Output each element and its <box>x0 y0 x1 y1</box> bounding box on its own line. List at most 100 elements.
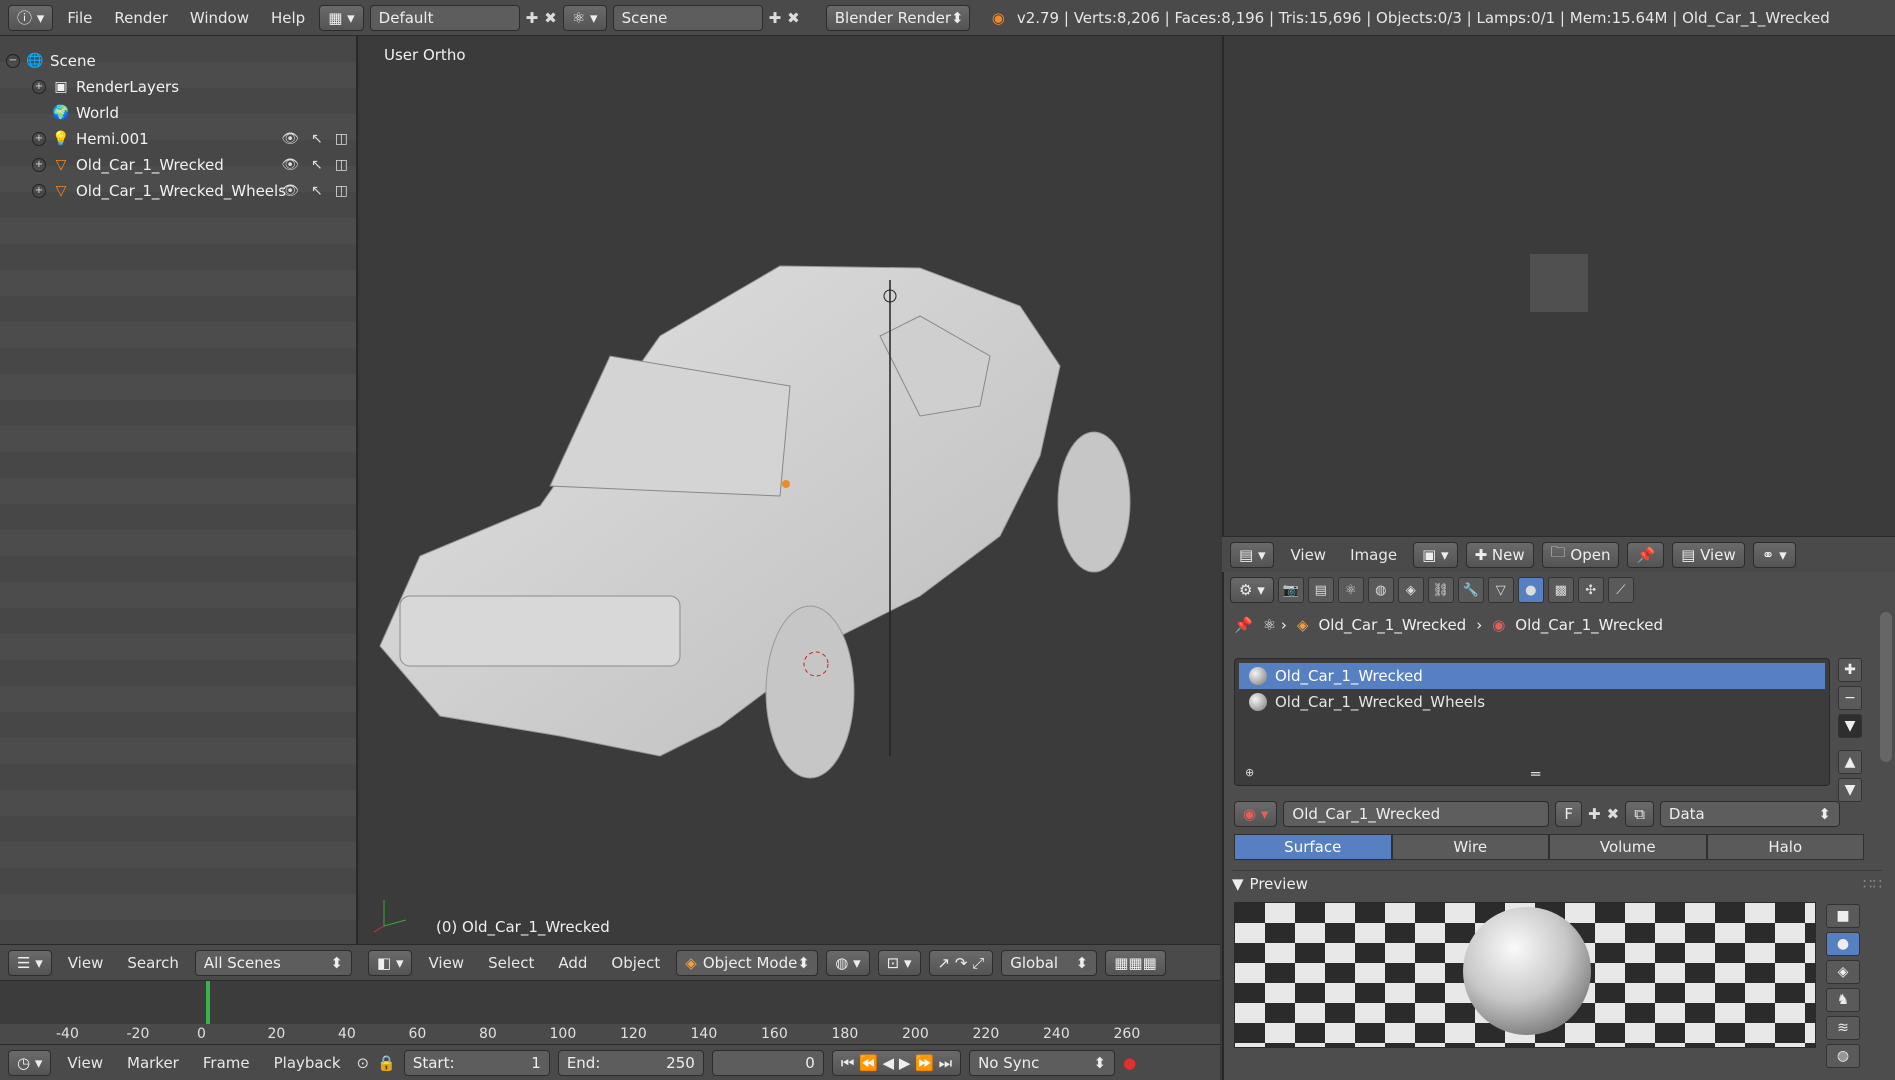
manipulator-toggle[interactable]: ↗ ↷ ⤢ <box>928 949 994 976</box>
scene-tab-icon[interactable]: ⚛ <box>1337 577 1364 603</box>
delete-layout-icon[interactable]: ✖ <box>544 9 557 27</box>
material-name-field[interactable]: Old_Car_1_Wrecked <box>1283 801 1550 827</box>
layout-field[interactable]: Default <box>369 4 520 31</box>
eye-icon[interactable]: 👁 <box>281 157 299 173</box>
tab-surface[interactable]: Surface <box>1234 834 1392 860</box>
outliner-item-renderlayers[interactable]: + ▣ RenderLayers <box>0 74 358 100</box>
cursor-icon[interactable]: ↖ <box>311 131 323 147</box>
menu-image[interactable]: Image <box>1342 546 1405 564</box>
unlink-material-icon[interactable]: ✖ <box>1607 805 1620 823</box>
editor-type-button[interactable]: ☰ ▾ <box>8 949 52 976</box>
plane-preview-icon[interactable]: ■ <box>1826 904 1860 928</box>
delete-scene-icon[interactable]: ✖ <box>787 9 800 27</box>
timeline-scale[interactable]: -40 -20 0 20 40 60 80 100 120 140 160 180 200 220 240 2… <box>0 1024 1220 1046</box>
scene-field[interactable]: Scene <box>612 4 763 31</box>
lock-icon[interactable]: 🔒 <box>377 1054 396 1072</box>
screen-layout-button[interactable]: ▦ ▾ <box>319 4 364 31</box>
eye-icon[interactable]: 👁 <box>281 183 299 199</box>
3d-viewport[interactable]: User Ortho (0) Old_Car_1_Wrecked <box>360 36 1220 944</box>
expand-icon[interactable]: + <box>32 80 46 94</box>
add-material-icon[interactable]: ✚ <box>1588 805 1601 823</box>
shading-select[interactable]: ◍ ▾ <box>826 949 870 976</box>
link-select[interactable]: Data ⬍ <box>1659 801 1840 827</box>
cursor-icon[interactable]: ↖ <box>311 183 323 199</box>
pivot-select[interactable]: ⊡ ▾ <box>877 949 921 976</box>
cursor-icon[interactable]: ↖ <box>311 157 323 173</box>
menu-window[interactable]: Window <box>182 9 257 27</box>
hair-preview-icon[interactable]: ≋ <box>1826 1016 1860 1040</box>
display-mode-select[interactable]: All Scenes ⬍ <box>194 949 352 976</box>
expand-icon[interactable]: + <box>32 184 46 198</box>
material-node-button[interactable]: ⧉ <box>1625 801 1654 827</box>
playback-controls[interactable]: ⏮ ⏪ ◀ ▶ ⏩ ⏭ <box>831 1049 962 1076</box>
browse-image-button[interactable]: ▣ ▾ <box>1413 541 1458 568</box>
preview-panel-header[interactable]: ▼ Preview ∷∷ <box>1232 870 1882 896</box>
add-slot-button[interactable]: ✚ <box>1838 658 1862 682</box>
timeline-area[interactable] <box>0 980 1220 1030</box>
editor-type-button[interactable]: ▤ ▾ <box>1230 541 1275 568</box>
outliner-item-scene[interactable]: − 🌐 Scene <box>0 48 358 74</box>
particles-tab-icon[interactable]: ✣ <box>1577 577 1604 603</box>
view-mode-select[interactable]: ▤ View <box>1672 541 1745 568</box>
list-item[interactable]: Old_Car_1_Wrecked <box>1239 663 1825 689</box>
keying-icon[interactable]: ⊙ <box>357 1054 370 1072</box>
tab-halo[interactable]: Halo <box>1706 834 1864 860</box>
menu-view[interactable]: View <box>1282 546 1334 564</box>
current-frame-field[interactable]: 0 <box>711 1049 824 1076</box>
render-engine-select[interactable]: Blender Render ⬍ <box>825 4 970 31</box>
scene-button[interactable]: ⚛ ▾ <box>562 4 607 31</box>
modifiers-tab-icon[interactable]: 🔧 <box>1457 577 1484 603</box>
mode-select[interactable]: ◈ Object Mode ⬍ <box>676 949 819 976</box>
world-tab-icon[interactable]: ◍ <box>1367 577 1394 603</box>
image-editor[interactable] <box>1222 36 1895 536</box>
menu-playback[interactable]: Playback <box>266 1054 349 1072</box>
menu-file[interactable]: File <box>59 9 100 27</box>
expand-icon[interactable]: + <box>32 132 46 146</box>
current-frame-marker[interactable] <box>206 981 210 1025</box>
end-frame-field[interactable]: End: 250 <box>557 1049 704 1076</box>
sphere-preview-icon[interactable]: ● <box>1826 932 1860 956</box>
constraints-tab-icon[interactable]: ⛓ <box>1427 577 1454 603</box>
camera-icon[interactable]: ◫ <box>335 183 348 199</box>
new-image-button[interactable]: ✚ New <box>1465 541 1534 568</box>
menu-select[interactable]: Select <box>480 954 542 972</box>
filter-icon[interactable]: ⊕ <box>1245 766 1254 779</box>
slot-menu-button[interactable]: ▼ <box>1838 714 1862 738</box>
editor-type-button[interactable]: ⚙ ▾ <box>1230 577 1274 603</box>
menu-frame[interactable]: Frame <box>195 1054 258 1072</box>
cube-preview-icon[interactable]: ◈ <box>1826 960 1860 984</box>
editor-type-button[interactable]: ◧ ▾ <box>368 949 413 976</box>
expand-icon[interactable]: + <box>32 158 46 172</box>
layers-grid[interactable]: ▦▦▦ <box>1105 949 1166 976</box>
fake-user-button[interactable]: F <box>1555 801 1583 827</box>
record-icon[interactable]: ● <box>1123 1054 1136 1072</box>
remove-slot-button[interactable]: − <box>1838 686 1862 710</box>
render-tab-icon[interactable]: 📷 <box>1277 577 1304 603</box>
world-sphere-preview-icon[interactable]: ◍ <box>1826 1044 1860 1068</box>
menu-marker[interactable]: Marker <box>119 1054 187 1072</box>
editor-type-button[interactable]: ⓘ ▾ <box>8 4 54 31</box>
menu-help[interactable]: Help <box>263 9 313 27</box>
texture-tab-icon[interactable]: ▩ <box>1547 577 1574 603</box>
camera-icon[interactable]: ◫ <box>335 157 348 173</box>
pin-icon[interactable]: 📌 <box>1234 616 1253 634</box>
material-tab-icon[interactable]: ● <box>1517 577 1544 603</box>
open-image-button[interactable]: 🗀 Open <box>1541 541 1620 568</box>
eye-icon[interactable]: 👁 <box>281 131 299 147</box>
tab-wire[interactable]: Wire <box>1391 834 1549 860</box>
camera-icon[interactable]: ◫ <box>335 131 348 147</box>
collapse-icon[interactable]: − <box>6 54 20 68</box>
physics-tab-icon[interactable]: ⟋ <box>1607 577 1634 603</box>
object-tab-icon[interactable]: ◈ <box>1397 577 1424 603</box>
sync-select[interactable]: No Sync ⬍ <box>969 1049 1116 1076</box>
data-tab-icon[interactable]: ▽ <box>1487 577 1514 603</box>
add-scene-icon[interactable]: ✚ <box>769 9 782 27</box>
pivot-select[interactable]: ⚭ ▾ <box>1752 541 1796 568</box>
outliner-item-world[interactable]: 🌍 World <box>0 100 358 126</box>
start-frame-field[interactable]: Start: 1 <box>403 1049 550 1076</box>
list-item[interactable]: Old_Car_1_Wrecked_Wheels <box>1239 689 1825 715</box>
menu-view[interactable]: View <box>59 1054 111 1072</box>
browse-material-button[interactable]: ◉ ▾ <box>1234 801 1278 827</box>
outliner-item-wheels[interactable]: + ▽ Old_Car_1_Wrecked_Wheels 👁 ↖ ◫ <box>0 178 358 204</box>
outliner-item-car[interactable]: + ▽ Old_Car_1_Wrecked 👁 ↖ ◫ <box>0 152 358 178</box>
